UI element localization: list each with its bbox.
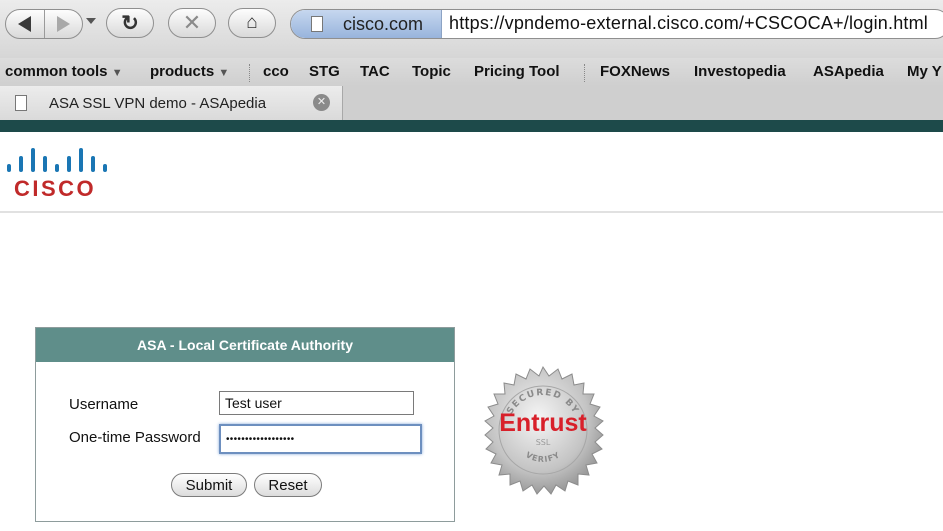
bookmark-stg[interactable]: STG [309, 63, 340, 80]
stop-icon: ✕ [182, 10, 202, 35]
back-arrow-icon [18, 16, 32, 32]
one-time-password-input[interactable] [219, 424, 422, 454]
close-icon[interactable]: ✕ [313, 94, 330, 111]
bookmark-pricing-tool[interactable]: Pricing Tool [474, 63, 560, 80]
chevron-down-icon: ▼ [218, 67, 230, 79]
submit-button[interactable]: Submit [171, 473, 247, 497]
seal-middle-text: SSL [536, 438, 551, 447]
login-panel: ASA - Local Certificate Authority Userna… [35, 327, 455, 522]
header-divider [0, 211, 943, 213]
bookmark-investopedia[interactable]: Investopedia [694, 63, 786, 80]
username-input[interactable] [219, 391, 414, 415]
home-button[interactable]: ⌂ [228, 8, 276, 38]
site-identity-label: cisco.com [343, 13, 424, 34]
bookmark-tac[interactable]: TAC [360, 63, 390, 80]
reset-button[interactable]: Reset [254, 473, 322, 497]
bookmark-label: products [150, 63, 215, 80]
home-icon: ⌂ [246, 12, 258, 33]
bookmark-label: common tools [5, 63, 108, 80]
site-identity-button[interactable]: cisco.com [291, 10, 442, 38]
header-band [0, 120, 943, 132]
forward-arrow-icon [56, 16, 70, 32]
bookmark-foxnews[interactable]: FOXNews [600, 63, 670, 80]
cisco-logo-bars [7, 146, 107, 172]
login-panel-title: ASA - Local Certificate Authority [36, 328, 454, 362]
forward-button[interactable] [45, 10, 83, 38]
history-dropdown-icon[interactable] [86, 18, 96, 24]
reload-button[interactable]: ↻ [106, 8, 154, 38]
entrust-ssl-seal[interactable]: SECURED BY Entrust SSL VERIFY [478, 365, 608, 495]
cisco-logo-text: CISCO [14, 176, 97, 201]
bookmark-common-tools[interactable]: common tools ▼ [5, 63, 123, 80]
bookmark-separator [249, 64, 251, 82]
seal-brand-text: Entrust [499, 409, 587, 437]
bookmark-cco[interactable]: cco [263, 63, 289, 80]
bookmark-products[interactable]: products ▼ [150, 63, 229, 80]
tab-title: ASA SSL VPN demo - ASApedia [49, 94, 267, 112]
stop-button[interactable]: ✕ [168, 8, 216, 38]
reload-icon: ↻ [121, 11, 139, 35]
tab-strip: ASA SSL VPN demo - ASApedia ✕ [0, 86, 943, 120]
cisco-logo: CISCO [7, 146, 107, 204]
username-label: Username [69, 396, 139, 413]
page-icon [15, 95, 27, 111]
browser-toolbar: ↻ ✕ ⌂ cisco.com https://vpndemo-external… [0, 0, 943, 58]
page-icon [311, 16, 323, 32]
bookmark-separator [584, 64, 586, 82]
bookmark-topic[interactable]: Topic [412, 63, 451, 80]
back-button[interactable] [6, 10, 45, 38]
bookmarks-bar: common tools ▼ products ▼ cco STG TAC To… [0, 58, 943, 87]
password-label: One-time Password [69, 429, 201, 446]
chevron-down-icon: ▼ [111, 67, 123, 79]
tab-active[interactable]: ASA SSL VPN demo - ASApedia ✕ [0, 86, 343, 120]
back-forward-group [5, 9, 83, 39]
address-bar[interactable]: cisco.com https://vpndemo-external.cisco… [290, 9, 943, 39]
bookmark-my-y[interactable]: My Y [907, 63, 942, 80]
url-text[interactable]: https://vpndemo-external.cisco.com/+CSCO… [449, 13, 928, 34]
bookmark-asapedia[interactable]: ASApedia [813, 63, 884, 80]
